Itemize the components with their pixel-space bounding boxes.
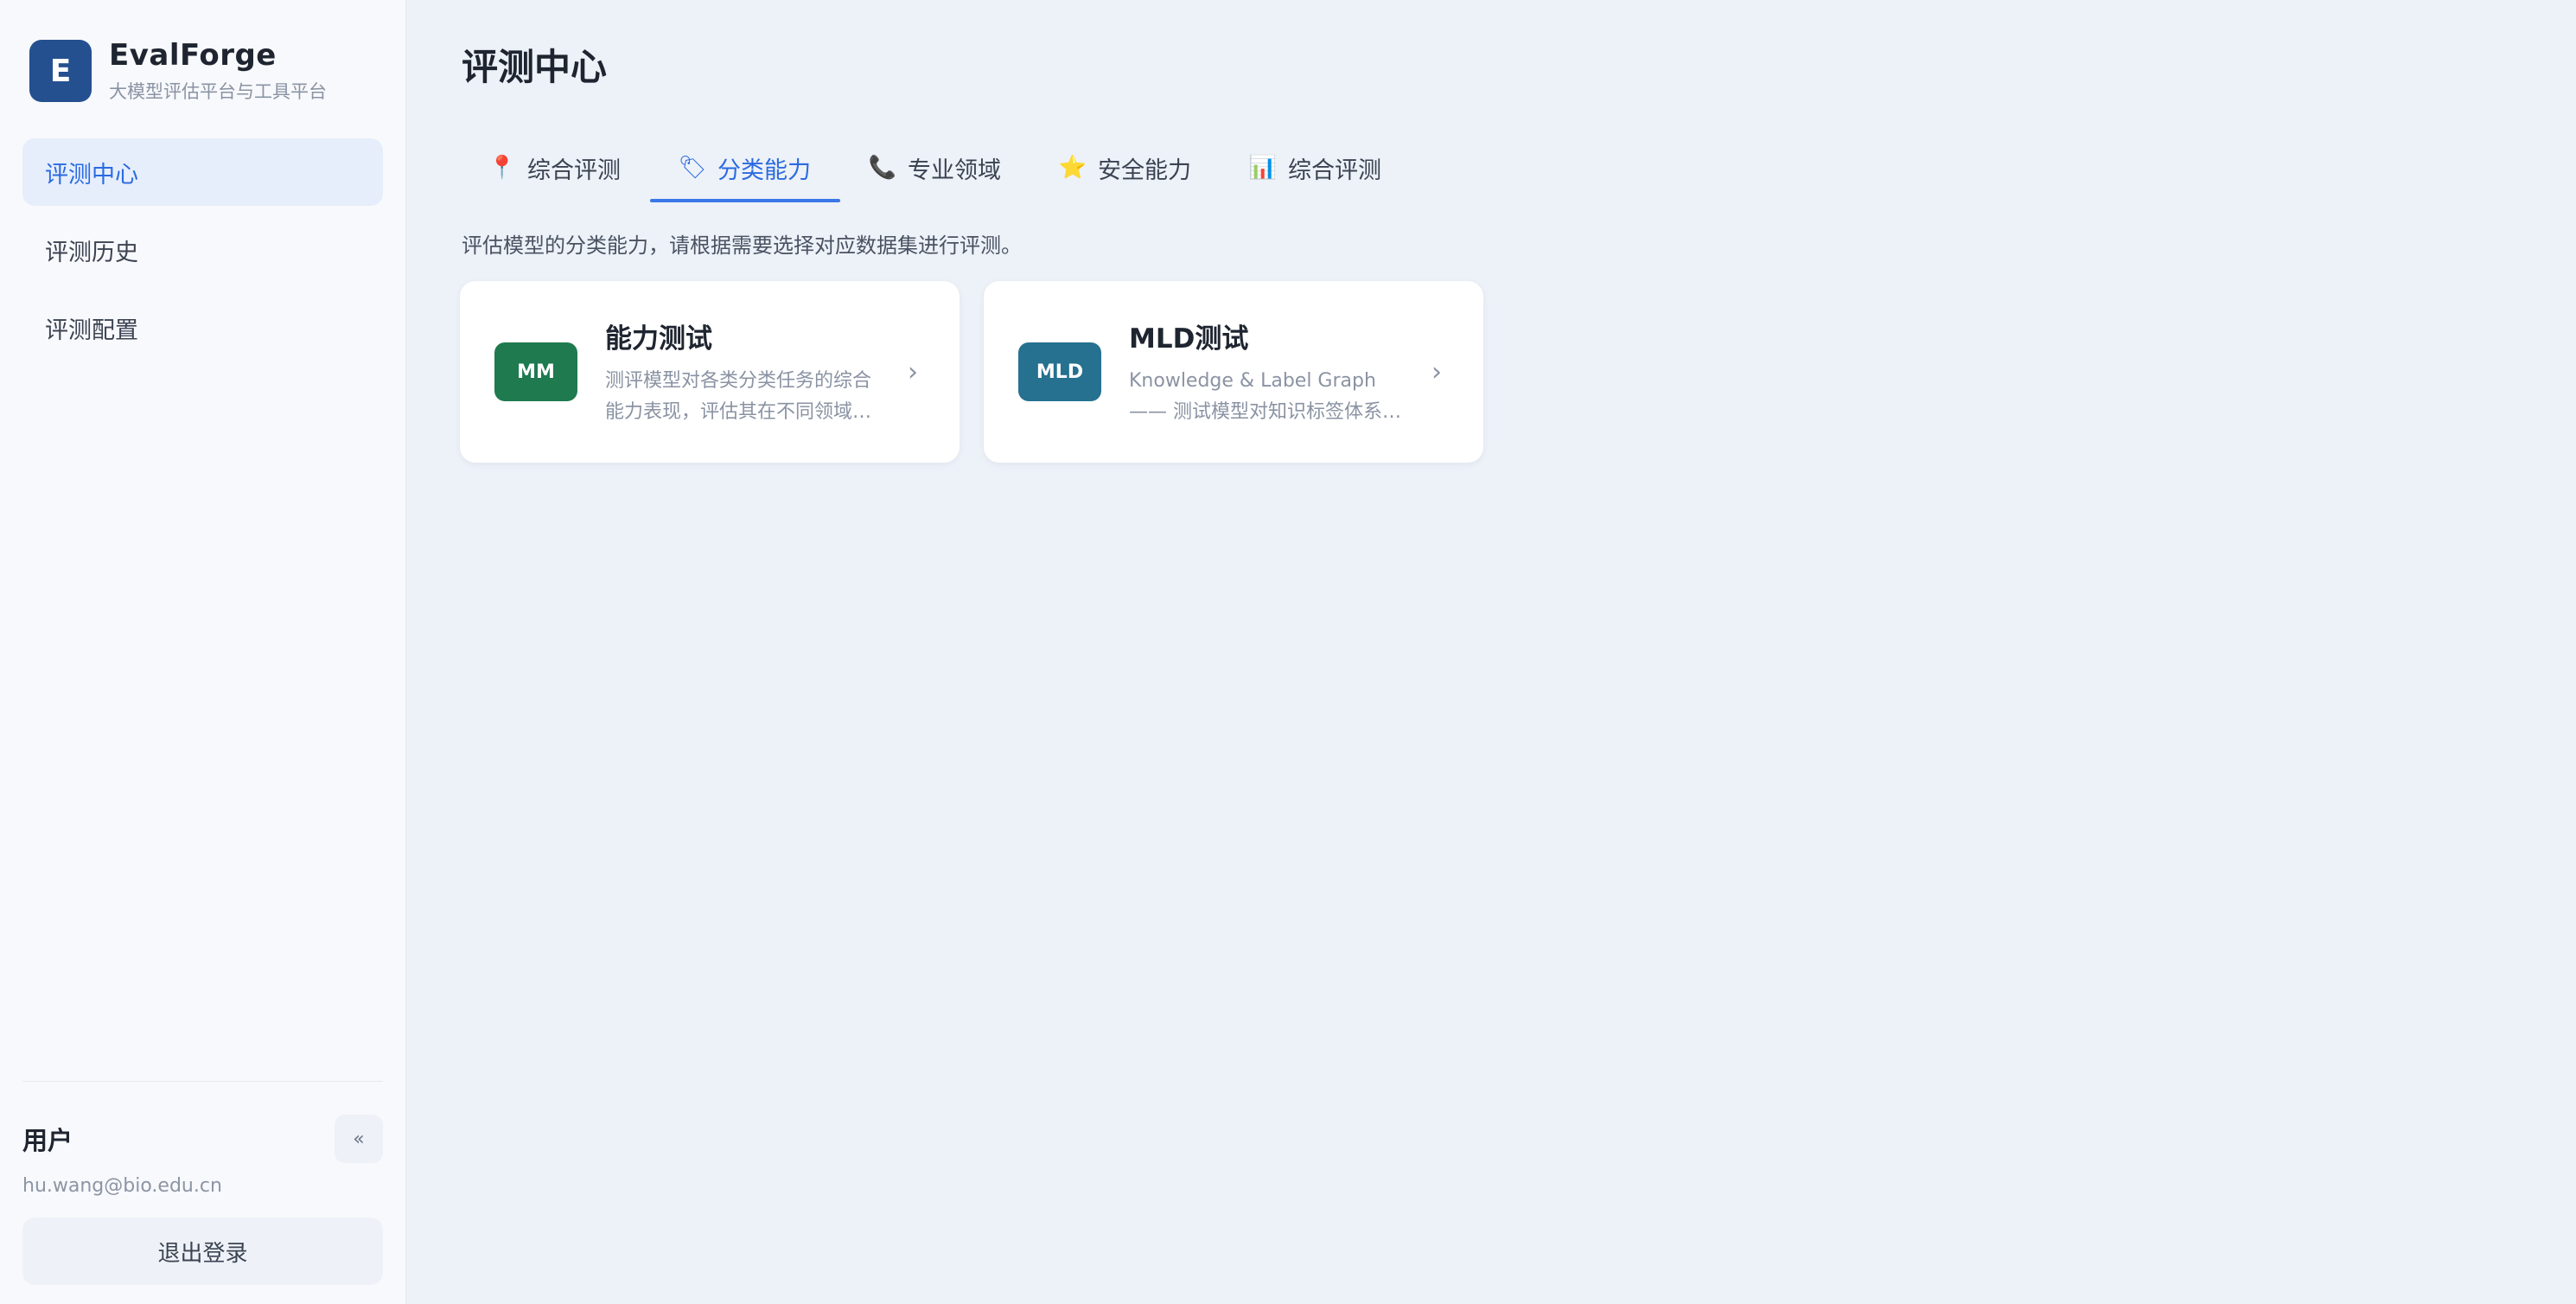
- sidebar: E EvalForge 大模型评估平台与工具平台 评测中心 评测历史 评测配置 …: [0, 0, 406, 1304]
- tab-label: 专业领域: [908, 157, 1001, 184]
- app-root: E EvalForge 大模型评估平台与工具平台 评测中心 评测历史 评测配置 …: [0, 0, 2576, 1304]
- eval-card-ability-test[interactable]: MM 能力测试 测评模型对各类分类任务的综合能力表现，评估其在不同领域分类任务中…: [460, 281, 960, 463]
- brand-subtitle: 大模型评估平台与工具平台: [109, 81, 327, 102]
- card-body: MLD测试 Knowledge & Label Graph —— 测试模型对知识…: [1129, 316, 1404, 428]
- main-content: 评测中心 📍 综合评测 🏷 分类能力 📞 专业领域 ⭐ 安全能力 📊 综合评测: [406, 0, 2576, 1304]
- phone-icon: 📞: [868, 155, 897, 181]
- card-title: MLD测试: [1129, 323, 1249, 355]
- brand-name: EvalForge: [109, 38, 277, 73]
- collapse-sidebar-button[interactable]: «: [335, 1115, 383, 1163]
- card-badge: MM: [494, 342, 577, 401]
- eval-card-mld-test[interactable]: MLD MLD测试 Knowledge & Label Graph —— 测试模…: [984, 281, 1483, 463]
- sidebar-item-eval-config[interactable]: 评测配置: [22, 294, 383, 361]
- sidebar-nav: 评测中心 评测历史 评测配置: [22, 138, 383, 361]
- sidebar-footer: 用户 « hu.wang@bio.edu.cn 退出登录: [22, 1081, 383, 1304]
- card-badge: MLD: [1018, 342, 1101, 401]
- brand[interactable]: E EvalForge 大模型评估平台与工具平台: [29, 38, 383, 104]
- double-chevron-left-icon: «: [353, 1128, 365, 1150]
- sidebar-item-eval-history[interactable]: 评测历史: [22, 216, 383, 284]
- chart-icon: 📊: [1248, 155, 1278, 181]
- tab-label: 分类能力: [717, 157, 811, 184]
- tab-professional[interactable]: 📞 专业领域: [840, 133, 1030, 202]
- card-description: 测评模型对各类分类任务的综合能力表现，评估其在不同领域分类任务中的准确率与稳定性…: [605, 369, 872, 423]
- pin-icon: 📍: [488, 155, 517, 181]
- tab-classification[interactable]: 🏷 分类能力: [650, 133, 840, 202]
- chevron-right-icon: ›: [908, 356, 918, 387]
- card-description: Knowledge & Label Graph —— 测试模型对知识标签体系的理…: [1129, 369, 1401, 423]
- tab-label: 综合评测: [1288, 157, 1381, 184]
- user-row: 用户 «: [22, 1115, 383, 1163]
- card-body: 能力测试 测评模型对各类分类任务的综合能力表现，评估其在不同领域分类任务中的准确…: [605, 316, 880, 428]
- user-email: hu.wang@bio.edu.cn: [22, 1175, 222, 1197]
- tab-overall[interactable]: 📊 综合评测: [1221, 133, 1411, 202]
- eval-card-list: MM 能力测试 测评模型对各类分类任务的综合能力表现，评估其在不同领域分类任务中…: [460, 281, 2576, 463]
- logout-button[interactable]: 退出登录: [22, 1218, 383, 1285]
- brand-text: EvalForge 大模型评估平台与工具平台: [109, 38, 327, 104]
- brand-logo-icon: E: [29, 40, 92, 102]
- star-icon: ⭐: [1058, 155, 1087, 181]
- card-title: 能力测试: [605, 323, 712, 355]
- tab-bar: 📍 综合评测 🏷 分类能力 📞 专业领域 ⭐ 安全能力 📊 综合评测: [460, 133, 2576, 202]
- tab-label: 综合评测: [527, 157, 621, 184]
- tag-icon: 🏷: [678, 155, 707, 181]
- tab-description: 评估模型的分类能力，请根据需要选择对应数据集进行评测。: [462, 233, 1022, 258]
- sidebar-item-eval-center[interactable]: 评测中心: [22, 138, 383, 206]
- tab-safety[interactable]: ⭐ 安全能力: [1030, 133, 1221, 202]
- chevron-right-icon: ›: [1431, 356, 1442, 387]
- page-title: 评测中心: [462, 45, 608, 88]
- tab-comprehensive[interactable]: 📍 综合评测: [460, 133, 650, 202]
- tab-label: 安全能力: [1098, 157, 1191, 184]
- user-name: 用户: [22, 1126, 73, 1155]
